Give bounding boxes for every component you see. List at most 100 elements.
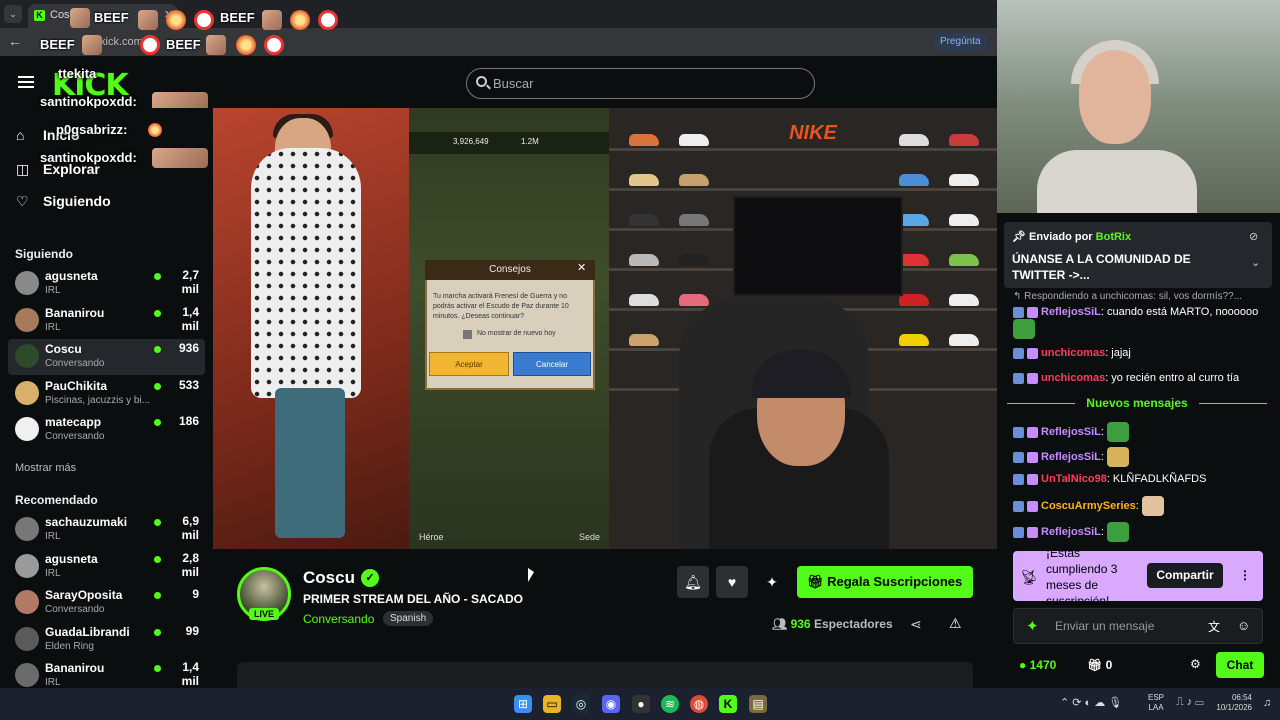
chrome-icon[interactable]: ◍ <box>690 695 708 713</box>
ask-button[interactable]: Pregúnta <box>934 33 987 51</box>
sidebar-channel-coscu[interactable]: Coscu Conversando 936 <box>8 339 205 376</box>
chat-username[interactable]: ReflejosSiL <box>1041 426 1101 438</box>
report-icon[interactable]: ⚠ <box>949 615 962 632</box>
steam-icon[interactable]: ◎ <box>572 695 590 713</box>
network-volume-icons[interactable]: ⎍ ♪ ▭ <box>1176 696 1204 709</box>
windows-start-icon[interactable]: ⊞ <box>514 695 532 713</box>
overlay-emote-icon <box>152 148 208 168</box>
channel-category: Conversando <box>45 431 105 443</box>
sub-badge-icon <box>1027 451 1038 463</box>
gift-subs-button[interactable]: 🎁︎ Regala Suscripciones <box>797 566 973 598</box>
github-icon[interactable]: ● <box>632 695 650 713</box>
shoe <box>679 254 709 266</box>
channel-name: matecapp <box>45 415 102 430</box>
notification-bell-button[interactable]: 🔔︎ <box>677 566 709 598</box>
url-text[interactable]: kick.com <box>100 36 143 48</box>
sidebar-channel-bananirou[interactable]: Bananirou IRL 1,4 mil <box>8 303 205 339</box>
overlay-username: santinokpoxdd: <box>40 94 137 109</box>
gear-icon[interactable]: ⚙ <box>1190 657 1201 671</box>
overlay-emote-icon <box>148 123 162 137</box>
sidebar-channel-guadalibrandi[interactable]: GuadaLibrandi Elden Ring 99 <box>8 622 205 658</box>
chat-text: : KLÑFADLKÑAFDS <box>1106 473 1207 485</box>
checkbox-icon <box>463 330 472 339</box>
chat-message: unchicomas: jajaj <box>1013 346 1271 360</box>
chat-message: ReflejosSiL: <box>1013 522 1271 542</box>
emote-icon <box>1107 522 1130 542</box>
emoji-icon[interactable]: ☺ <box>1237 618 1250 633</box>
search-icon <box>476 76 487 87</box>
video-person <box>251 148 361 398</box>
nav-siguiendo[interactable]: Siguiendo <box>43 193 111 209</box>
spotify-icon[interactable]: ≋ <box>661 695 679 713</box>
sidebar-channel-agusneta[interactable]: agusneta IRL 2,7 mil <box>8 266 205 302</box>
chat-username[interactable]: unchicomas <box>1041 372 1105 384</box>
chat-send-button[interactable]: Chat <box>1216 652 1264 678</box>
emote-face-icon <box>262 10 282 30</box>
language-tag[interactable]: Spanish <box>383 611 434 626</box>
overlay-username: p0gsabrizz: <box>56 122 128 137</box>
chat-username[interactable]: UnTalNico98 <box>1041 473 1107 485</box>
gift-count[interactable]: 🎁︎ 0 <box>1087 658 1112 672</box>
viewer-count: 9 <box>192 587 199 602</box>
sidebar-channel-sarayoposita[interactable]: SarayOposita Conversando 9 <box>8 585 205 621</box>
menu-icon[interactable] <box>18 76 34 88</box>
sparkle-button[interactable]: ✦ <box>756 566 788 598</box>
discord-icon[interactable]: ◉ <box>602 695 620 713</box>
emote-icon <box>1013 319 1035 339</box>
clock[interactable]: 06:54 10/1/2026 <box>1212 693 1252 713</box>
heart-icon: ♡ <box>16 193 29 209</box>
chat-message: CoscuArmySeries: <box>1013 496 1271 516</box>
chat-username[interactable]: ReflejosSiL <box>1041 451 1101 463</box>
shoe <box>949 254 979 266</box>
lang-top: ESP <box>1148 693 1165 702</box>
avatar <box>15 663 39 688</box>
bell-icon[interactable]: ♫ <box>1263 697 1271 709</box>
translate-icon[interactable]: 文 <box>1208 618 1220 635</box>
shoe <box>899 294 929 306</box>
chevron-down-icon[interactable]: ⌄ <box>1251 256 1260 269</box>
game-app-icon[interactable]: ▤ <box>749 695 767 713</box>
channel-points[interactable]: ● 1470 <box>1019 658 1056 672</box>
chat-username[interactable]: unchicomas <box>1041 347 1105 359</box>
sidebar-channel-agusneta[interactable]: agusneta IRL 2,8 mil <box>8 549 205 585</box>
chat-username[interactable]: ReflejosSiL <box>1041 306 1101 318</box>
shoe <box>629 134 659 146</box>
back-button[interactable]: ← <box>8 33 22 49</box>
sidebar-channel-sachauzumaki[interactable]: sachauzumaki IRL 6,9 mil <box>8 512 205 548</box>
file-explorer-icon[interactable]: ▭ <box>543 695 561 713</box>
chat-username[interactable]: CoscuArmySeries <box>1041 500 1136 512</box>
share-icon[interactable]: ⋖ <box>910 616 922 633</box>
hide-pin-icon[interactable]: ⊘ <box>1249 230 1258 243</box>
nav-explorar[interactable]: Explorar <box>43 161 100 177</box>
badge-icon <box>1013 500 1024 512</box>
kick-app-icon[interactable]: K <box>719 695 737 713</box>
about-panel <box>237 662 973 690</box>
show-more-link[interactable]: Mostrar más <box>15 462 76 474</box>
sparkle-icon[interactable]: ✦ <box>1026 617 1039 635</box>
sidebar-channel-pauchikita[interactable]: PauChikita Piscinas, jacuzzis y bi... 533 <box>8 376 205 412</box>
sidebar-channel-matecapp[interactable]: matecapp Conversando 186 <box>8 412 205 448</box>
chat-username[interactable]: ReflejosSiL <box>1041 526 1101 538</box>
share-sub-button[interactable]: Compartir <box>1147 563 1223 588</box>
system-tray[interactable]: ⌃ ⟳ ◐ ☁ 🎙︎ <box>1060 696 1122 709</box>
channel-name: Bananirou <box>45 305 105 320</box>
live-dot-icon <box>154 519 161 526</box>
avatar <box>15 626 39 651</box>
video-player[interactable]: 3,926,649 1.2M Héroe Sede Consejos ✕ Tu … <box>213 108 997 549</box>
emote-face-icon <box>82 35 102 55</box>
pinned-user: BotRix <box>1095 231 1132 243</box>
keyboard-language[interactable]: ESP LAA <box>1148 693 1164 713</box>
more-options-icon[interactable]: ⋮ <box>1239 568 1251 582</box>
reply-context: ↰ Respondiendo a unchicomas: sil, vos do… <box>1013 291 1243 302</box>
game-resource-value: 1.2M <box>521 137 539 146</box>
emote-fire-icon <box>290 10 310 30</box>
chat-text: : <box>1135 499 1139 512</box>
tab-search-button[interactable]: ⌄ <box>4 5 22 23</box>
stream-category[interactable]: Conversando <box>303 612 374 626</box>
channel-category: IRL <box>45 531 61 542</box>
channel-category: Elden Ring <box>45 640 94 652</box>
chat-text: : <box>1100 450 1104 463</box>
streamer-name[interactable]: Coscu <box>303 568 355 588</box>
sub-badge-icon <box>1027 426 1038 438</box>
follow-heart-button[interactable]: ♥ <box>716 566 748 598</box>
